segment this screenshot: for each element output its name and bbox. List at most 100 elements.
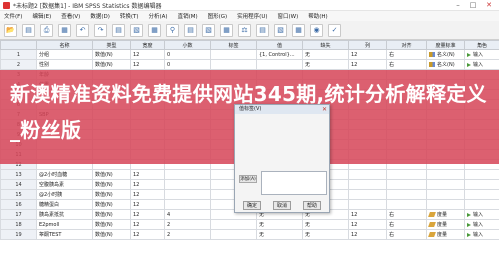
cell-columns[interactable] [348,189,387,200]
table-row[interactable]: 2 性别 数值(N) 12 0 无 12 右名义(N) 输入 [0,59,499,70]
cell-columns[interactable] [348,179,387,190]
dialog-close-icon[interactable]: ✕ [322,105,327,114]
col-header-name[interactable]: 名称 [36,40,93,50]
cell-values[interactable]: 无 [256,219,303,230]
undo-icon[interactable]: ↶ [76,23,89,37]
cell-decimals[interactable] [164,189,211,200]
cell-width[interactable]: 12 [130,59,165,70]
menu-analyze[interactable]: 分析(A) [149,12,168,20]
cell-values[interactable] [256,59,303,70]
spelling-icon[interactable]: ✓ [328,23,341,37]
col-header-measure[interactable]: 度量标准 [426,40,465,50]
cell-type[interactable]: 数值(N) [92,229,131,240]
insert-variable-icon[interactable]: ▧ [202,23,215,37]
cell-align[interactable]: 右 [386,219,427,230]
cell-measure[interactable]: 度量 [426,209,465,220]
col-header-decimals[interactable]: 小数 [164,40,211,50]
cell-missing[interactable]: 无 [302,49,349,60]
row-number[interactable]: 16 [0,199,37,210]
cell-measure[interactable]: 名义(N) [426,59,465,70]
row-number[interactable]: 1 [0,49,37,60]
recall-dialog-icon[interactable]: ▦ [58,23,71,37]
cell-role[interactable]: 输入 [464,49,499,60]
dialog-add-button[interactable]: 添加(A) [239,175,257,183]
cell-columns[interactable] [348,169,387,180]
maximize-icon[interactable]: □ [466,0,480,11]
menu-file[interactable]: 文件(F) [4,12,22,20]
menu-edit[interactable]: 编辑(E) [32,12,51,20]
row-number[interactable]: 18 [0,219,37,230]
cell-type[interactable]: 数值(N) [92,59,131,70]
cell-label[interactable] [210,219,257,230]
table-row[interactable]: 19 睾酮TEST 数值(N) 12 2 无无 12 右度量 输入 [0,229,499,240]
row-number[interactable]: 15 [0,189,37,200]
cell-columns[interactable]: 12 [348,219,387,230]
table-row[interactable]: 1 分组 数值(N) 12 0 {1, Control}... 无 12 右名义(N) 输入 [0,49,499,60]
cell-width[interactable]: 12 [130,179,165,190]
menu-graphs[interactable]: 图形(G) [208,12,228,20]
col-header-role[interactable]: 角色 [464,40,499,50]
row-number[interactable]: 17 [0,209,37,220]
cell-label[interactable] [210,229,257,240]
cell-missing[interactable]: 无 [302,229,349,240]
cell-label[interactable] [210,49,257,60]
cell-role[interactable]: 输入 [464,209,499,220]
value-label-list[interactable] [261,171,327,195]
find-icon[interactable]: ⚲ [166,23,179,37]
cell-measure[interactable] [426,199,465,210]
cell-decimals[interactable]: 0 [164,59,211,70]
print-icon[interactable]: ⎙ [40,23,53,37]
cell-type[interactable]: 数值(N) [92,49,131,60]
cell-name[interactable]: 糖精蛋白 [36,199,93,210]
cell-type[interactable]: 数值(N) [92,189,131,200]
cell-columns[interactable]: 12 [348,209,387,220]
show-all-icon[interactable]: ◉ [310,23,323,37]
table-row[interactable]: 18 E2pmoll 数值(N) 12 2 无无 12 右度量 输入 [0,219,499,230]
cell-align[interactable] [386,199,427,210]
cell-name[interactable]: 睾酮TEST [36,229,93,240]
menu-direct-marketing[interactable]: 直销(M) [178,12,198,20]
cell-align[interactable]: 右 [386,209,427,220]
cell-missing[interactable]: 无 [302,59,349,70]
open-icon[interactable]: 📂 [4,23,17,37]
cell-missing[interactable]: 无 [302,219,349,230]
cell-columns[interactable] [348,199,387,210]
cell-decimals[interactable] [164,199,211,210]
cell-measure[interactable]: 度量 [426,229,465,240]
menu-view[interactable]: 查看(V) [61,12,80,20]
goto-variable-icon[interactable]: ▧ [130,23,143,37]
cell-values[interactable]: {1, Control}... [256,49,303,60]
cell-type[interactable]: 数值(N) [92,209,131,220]
col-header-values[interactable]: 值 [256,40,303,50]
cell-measure[interactable] [426,189,465,200]
cell-role[interactable] [464,199,499,210]
cell-name[interactable]: 空腹胰岛素 [36,179,93,190]
insert-cases-icon[interactable]: ▤ [184,23,197,37]
cell-type[interactable]: 数值(N) [92,169,131,180]
cell-measure[interactable] [426,169,465,180]
goto-case-icon[interactable]: ▤ [112,23,125,37]
cell-width[interactable]: 12 [130,189,165,200]
cell-role[interactable] [464,179,499,190]
cell-name[interactable]: 分组 [36,49,93,60]
cell-role[interactable] [464,169,499,180]
menu-utilities[interactable]: 实用程序(U) [237,12,267,20]
menu-data[interactable]: 数据(D) [90,12,110,20]
save-icon[interactable]: ▤ [22,23,35,37]
cell-name[interactable]: @2小时胰 [36,189,93,200]
cell-role[interactable]: 输入 [464,59,499,70]
minimize-icon[interactable]: – [451,0,465,11]
cell-decimals[interactable] [164,169,211,180]
select-cases-icon[interactable]: ▤ [256,23,269,37]
cell-width[interactable]: 12 [130,229,165,240]
col-header-missing[interactable]: 缺失 [302,40,349,50]
cell-decimals[interactable]: 2 [164,229,211,240]
use-sets-icon[interactable]: ▦ [292,23,305,37]
cell-columns[interactable]: 12 [348,229,387,240]
cell-name[interactable]: 胰岛素抵抗 [36,209,93,220]
cell-measure[interactable]: 名义(N) [426,49,465,60]
cell-columns[interactable]: 12 [348,49,387,60]
row-number[interactable]: 2 [0,59,37,70]
weight-cases-icon[interactable]: ⚖ [238,23,251,37]
dialog-help-button[interactable]: 帮助 [303,201,321,210]
